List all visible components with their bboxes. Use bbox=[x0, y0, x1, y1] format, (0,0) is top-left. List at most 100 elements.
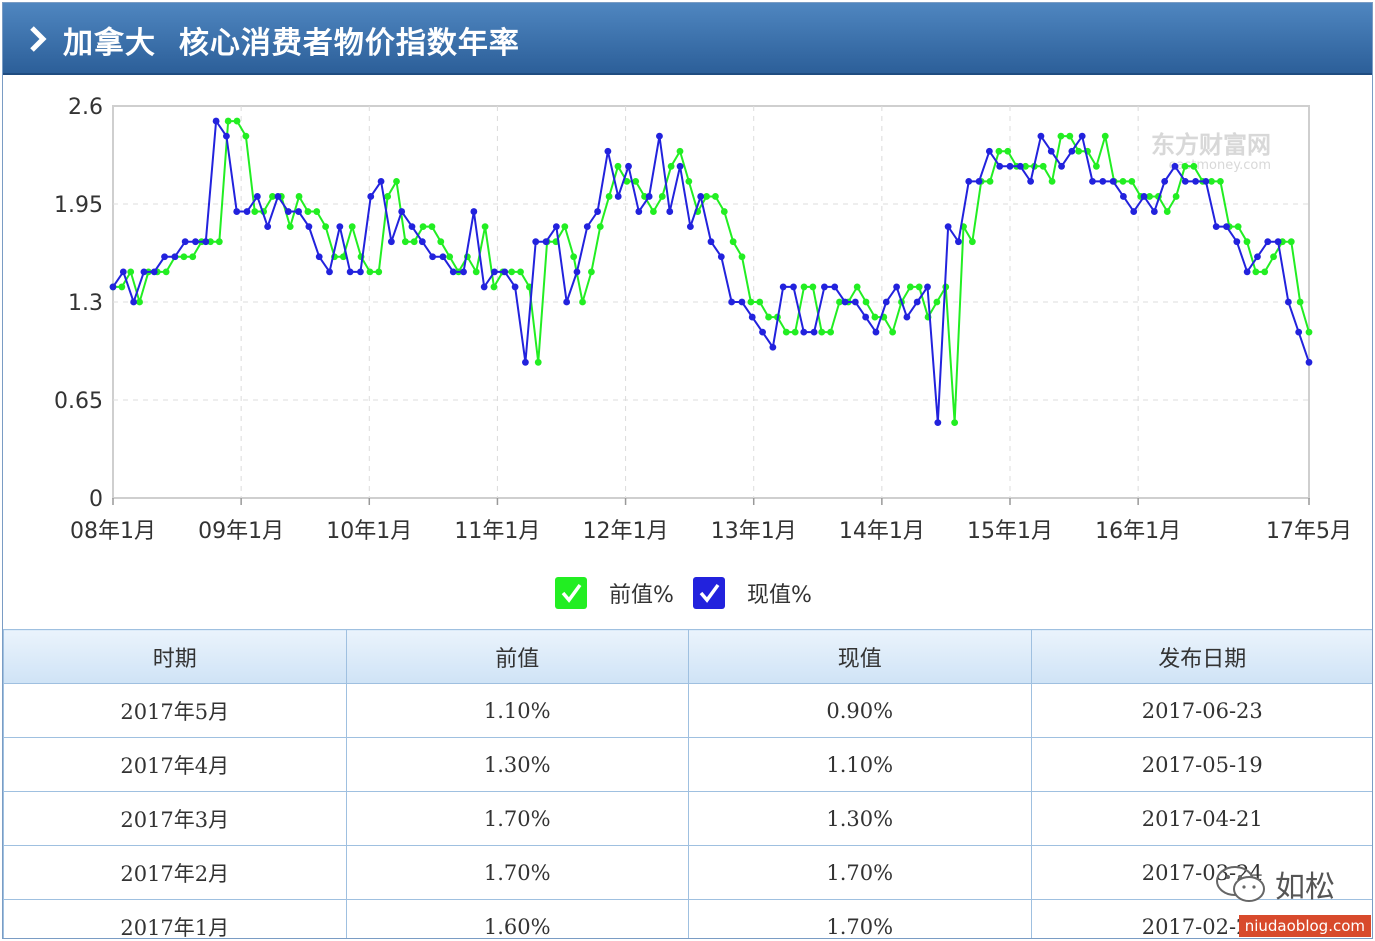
data-point-prev bbox=[614, 162, 622, 170]
data-point-curr bbox=[625, 162, 632, 170]
data-point-prev bbox=[915, 283, 923, 291]
data-point-curr bbox=[769, 343, 777, 351]
data-point-prev bbox=[295, 193, 303, 200]
data-point-curr bbox=[821, 283, 828, 291]
data-point-prev bbox=[401, 238, 409, 246]
data-point-curr bbox=[882, 298, 890, 306]
data-point-curr bbox=[1068, 147, 1076, 155]
data-point-prev bbox=[605, 193, 613, 200]
data-table: 时期 前值 现值 发布日期 2017年5月 1.10% 0.90% 2017-06-2… bbox=[3, 629, 1372, 938]
data-point-curr bbox=[552, 223, 560, 231]
data-point-curr bbox=[851, 298, 859, 306]
table-row: 2017年1月 1.60% 1.70% 2017-02-24 bbox=[3, 899, 1372, 938]
data-point-prev bbox=[162, 268, 170, 276]
cell-prev: 1.60% bbox=[345, 899, 689, 938]
data-point-curr bbox=[1150, 208, 1158, 215]
data-point-curr bbox=[542, 238, 550, 246]
data-point-prev bbox=[676, 147, 684, 155]
data-point-prev bbox=[481, 223, 489, 231]
data-point-prev bbox=[1066, 132, 1074, 140]
data-point-curr bbox=[202, 238, 210, 246]
data-point-prev bbox=[366, 268, 374, 276]
page-title: 加拿大 核心消费者物价指数年率 bbox=[63, 26, 520, 61]
table-row: 2017年4月 1.30% 1.10% 2017-05-19 bbox=[3, 737, 1372, 792]
data-point-curr bbox=[697, 193, 705, 200]
x-tick-label: 12年1月 bbox=[583, 519, 669, 544]
data-point-curr bbox=[686, 223, 694, 231]
data-point-prev bbox=[818, 328, 826, 336]
data-point-prev bbox=[995, 147, 1003, 155]
data-point-prev bbox=[720, 208, 728, 215]
data-point-curr bbox=[635, 208, 643, 215]
legend-item-prev[interactable]: 前值% bbox=[555, 577, 674, 609]
data-point-prev bbox=[472, 268, 480, 276]
data-point-prev bbox=[853, 283, 861, 291]
data-point-prev bbox=[419, 223, 427, 231]
data-point-curr bbox=[161, 253, 168, 261]
data-point-curr bbox=[738, 298, 746, 306]
data-point-prev bbox=[251, 208, 259, 215]
data-point-curr bbox=[728, 298, 736, 306]
data-point-curr bbox=[418, 238, 426, 246]
data-point-curr bbox=[1284, 298, 1292, 306]
data-point-prev bbox=[889, 328, 897, 336]
data-point-prev bbox=[747, 298, 755, 306]
data-point-curr bbox=[666, 208, 674, 215]
data-point-curr bbox=[150, 268, 158, 276]
data-point-prev bbox=[428, 223, 436, 231]
data-point-curr bbox=[532, 238, 540, 246]
data-point-curr bbox=[387, 238, 395, 246]
data-point-curr bbox=[130, 298, 138, 306]
data-point-curr bbox=[717, 253, 725, 261]
table-row: 2017年3月 1.70% 1.30% 2017-04-21 bbox=[3, 791, 1372, 846]
data-point-curr bbox=[985, 147, 993, 155]
data-point-curr bbox=[284, 208, 292, 215]
data-point-curr bbox=[336, 223, 344, 231]
data-point-prev bbox=[313, 208, 321, 215]
data-point-prev bbox=[242, 132, 250, 140]
data-point-curr bbox=[1120, 193, 1127, 200]
data-point-curr bbox=[965, 177, 973, 185]
data-point-prev bbox=[703, 193, 710, 200]
checkbox-checked-icon[interactable] bbox=[555, 577, 587, 609]
author-watermark: 如松 bbox=[1213, 862, 1335, 906]
data-point-curr bbox=[903, 313, 911, 321]
col-header-date: 发布日期 bbox=[1030, 629, 1372, 684]
data-point-curr bbox=[563, 298, 571, 306]
legend-label: 现值% bbox=[747, 583, 812, 608]
data-point-curr bbox=[1202, 177, 1210, 185]
data-point-curr bbox=[893, 283, 900, 291]
data-point-curr bbox=[501, 268, 509, 276]
data-point-curr bbox=[913, 298, 921, 306]
data-point-prev bbox=[136, 298, 143, 306]
data-point-curr bbox=[934, 419, 942, 427]
y-tick-label: 0.65 bbox=[54, 389, 103, 414]
data-point-curr bbox=[759, 328, 766, 336]
indicator-panel: 加拿大 核心消费者物价指数年率 2.6 1.95 1.3 0.65 0 08年1月 09年1… bbox=[2, 2, 1373, 939]
data-point-curr bbox=[1223, 223, 1230, 231]
data-point-curr bbox=[367, 193, 375, 200]
data-point-curr bbox=[1140, 193, 1148, 200]
data-point-prev bbox=[1181, 162, 1189, 170]
data-point-prev bbox=[782, 328, 790, 336]
data-point-prev bbox=[1234, 223, 1242, 231]
data-point-curr bbox=[872, 328, 880, 336]
data-point-prev bbox=[304, 208, 312, 215]
legend-item-curr[interactable]: 现值% bbox=[693, 577, 812, 609]
data-point-curr bbox=[800, 328, 808, 336]
data-point-curr bbox=[398, 208, 406, 215]
data-point-curr bbox=[862, 313, 870, 321]
plot-area bbox=[112, 105, 1310, 499]
data-point-curr bbox=[346, 268, 354, 276]
data-point-curr bbox=[1254, 253, 1261, 261]
table-row: 2017年5月 1.10% 0.90% 2017-06-23 bbox=[3, 683, 1372, 738]
data-point-prev bbox=[596, 223, 604, 231]
checkbox-checked-icon[interactable] bbox=[693, 577, 725, 609]
data-point-prev bbox=[1287, 238, 1295, 246]
data-point-prev bbox=[561, 223, 569, 231]
x-tick-label: 09年1月 bbox=[198, 519, 284, 544]
chevron-right-icon bbox=[30, 26, 47, 52]
data-point-prev bbox=[384, 193, 392, 200]
data-point-prev bbox=[1075, 147, 1083, 155]
data-point-curr bbox=[212, 117, 220, 125]
